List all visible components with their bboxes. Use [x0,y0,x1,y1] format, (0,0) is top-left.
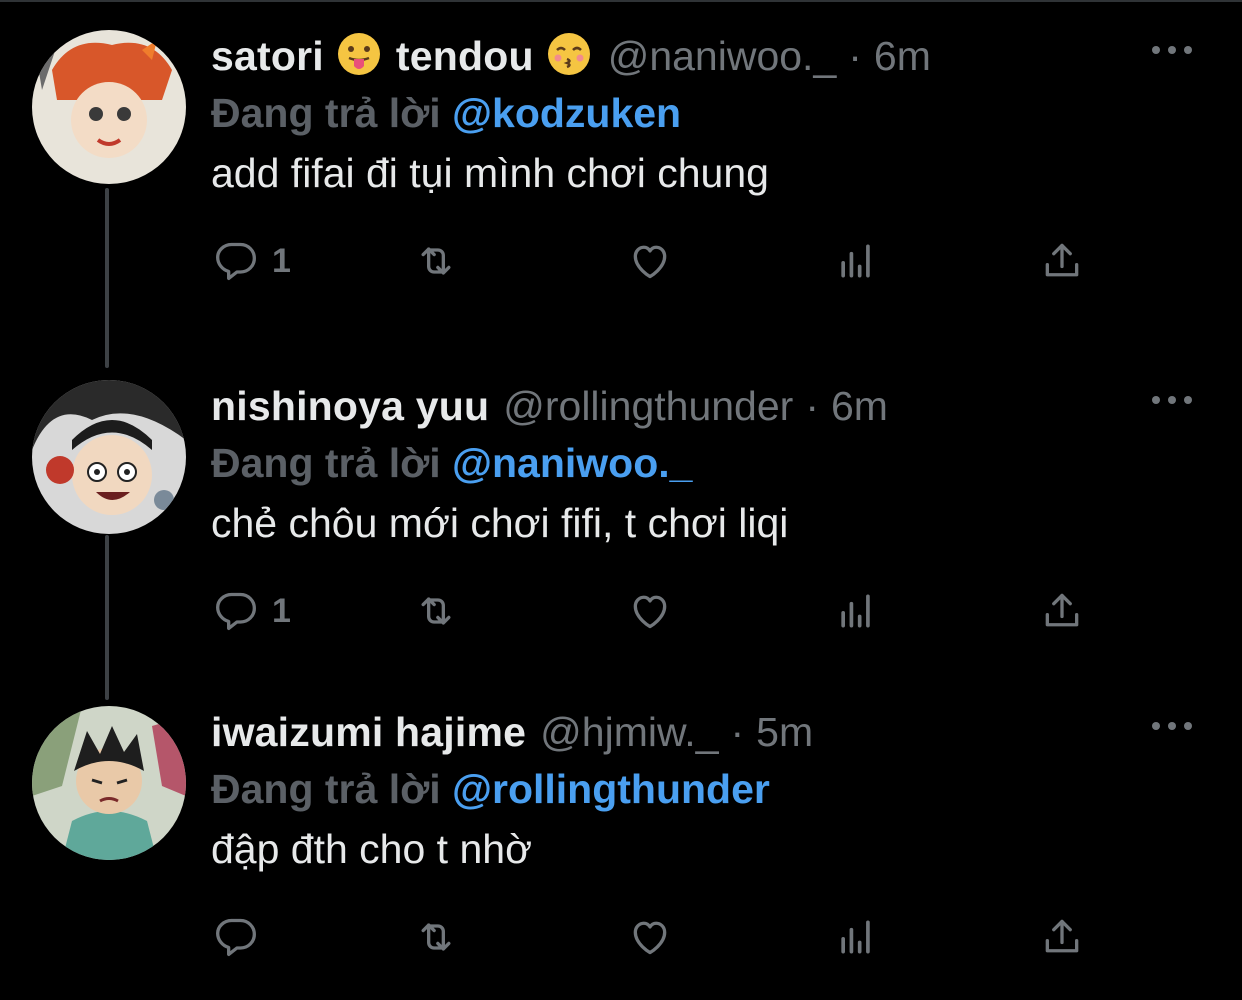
reply-icon [216,918,256,957]
mention-link[interactable]: @rollingthunder [452,766,770,812]
reply-button[interactable] [214,912,272,962]
retweet-button[interactable] [414,586,458,636]
replying-to: Đang trả lời @naniwoo._ [211,440,692,487]
replying-to-label: Đang trả lời [211,440,441,486]
replying-to: Đang trả lời @rollingthunder [211,766,770,813]
avatar[interactable] [32,380,186,534]
retweet-icon [421,923,451,951]
like-button[interactable] [628,912,672,962]
retweet-button[interactable] [414,912,458,962]
like-button[interactable] [628,586,672,636]
share-button[interactable] [1040,586,1084,636]
tweet-actions: 1 [214,236,1094,286]
avatar-image [32,380,186,534]
display-name[interactable]: nishinoya yuu [211,383,489,430]
analytics-icon [841,244,870,278]
tweet-text: đập đth cho t nhờ [211,826,532,872]
reply-icon [216,242,256,281]
reply-count: 1 [272,241,291,280]
analytics-icon [841,594,870,628]
user-handle[interactable]: @rollingthunder [503,383,793,430]
kissing-face-emoji-icon [546,31,592,82]
like-icon [633,921,667,955]
separator: · [848,32,862,79]
mention-link[interactable]: @naniwoo._ [452,440,692,486]
tweet-header: iwaizumi hajime @hjmiw._ · 5m [211,706,813,758]
tongue-face-emoji-icon [336,31,382,82]
share-button[interactable] [1040,912,1084,962]
mention-link[interactable]: @kodzuken [452,90,681,136]
tweet-header: nishinoya yuu @rollingthunder · 6m [211,380,888,432]
analytics-button[interactable] [834,236,878,286]
display-name[interactable]: satori [211,33,324,80]
tweet[interactable]: iwaizumi hajime @hjmiw._ · 5m Đang trả l… [0,706,1242,1000]
more-icon[interactable] [1152,716,1192,736]
analytics-button[interactable] [834,912,878,962]
share-icon [1045,243,1079,277]
like-icon [633,595,667,629]
tweet-actions [214,912,1094,962]
analytics-icon [841,920,870,954]
tweet[interactable]: satori tendou @naniwoo._ · 6m Đang trả l… [0,30,1242,330]
share-button[interactable] [1040,236,1084,286]
tweet-header: satori tendou @naniwoo._ · 6m [211,30,931,82]
reply-icon [216,592,256,631]
display-name-part[interactable]: tendou [396,33,534,80]
avatar[interactable] [32,30,186,184]
avatar-image [32,706,186,860]
avatar[interactable] [32,706,186,860]
top-divider [0,0,1242,2]
tweet-actions: 1 [214,586,1094,636]
replying-to-label: Đang trả lời [211,90,441,136]
share-icon [1045,919,1079,953]
display-name[interactable]: iwaizumi hajime [211,709,526,756]
separator: · [730,708,745,755]
timestamp[interactable]: 6m [831,383,888,430]
tweet-text: chẻ chôu mới chơi fifi, t chơi liqi [211,500,789,546]
analytics-button[interactable] [834,586,878,636]
timestamp[interactable]: 6m [874,33,931,80]
avatar-image [32,30,186,184]
reply-button[interactable]: 1 [214,236,291,286]
more-icon[interactable] [1152,40,1192,60]
tweet-text: add fifai đi tụi mình chơi chung [211,150,769,196]
reply-count: 1 [272,591,291,630]
retweet-icon [421,247,451,275]
tweet[interactable]: nishinoya yuu @rollingthunder · 6m Đang … [0,380,1242,680]
timestamp[interactable]: 5m [756,709,813,756]
user-handle[interactable]: @naniwoo._ [608,33,837,80]
replying-to-label: Đang trả lời [211,766,441,812]
replying-to: Đang trả lời @kodzuken [211,90,681,137]
user-handle[interactable]: @hjmiw._ [540,709,718,756]
like-button[interactable] [628,236,672,286]
like-icon [633,245,667,279]
reply-button[interactable]: 1 [214,586,291,636]
share-icon [1045,593,1079,627]
retweet-button[interactable] [414,236,458,286]
separator: · [805,382,819,429]
more-icon[interactable] [1152,390,1192,410]
retweet-icon [421,597,451,625]
